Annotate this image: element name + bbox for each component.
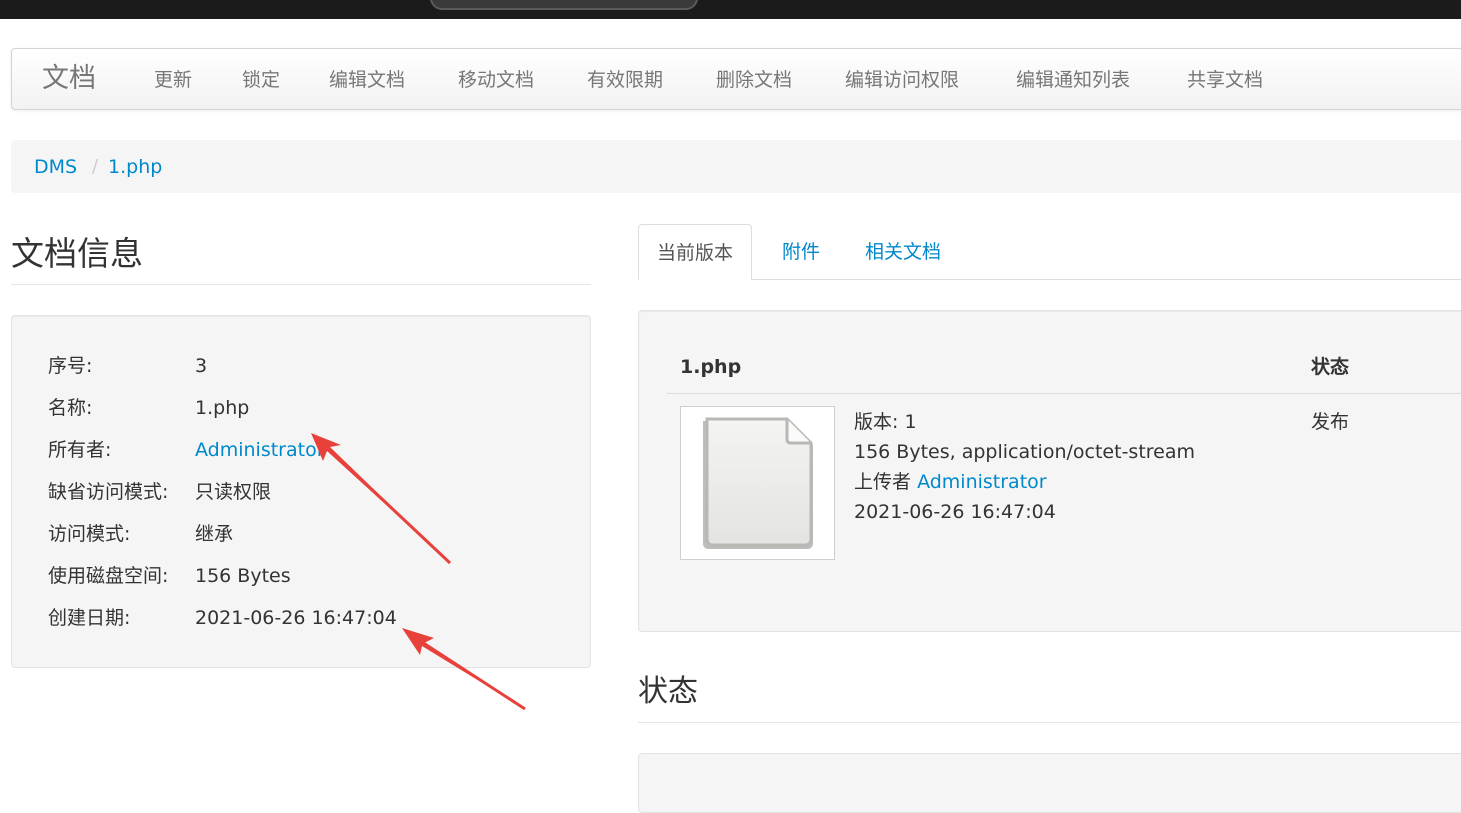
owner-link[interactable]: Administrator [195, 436, 325, 464]
info-label: 访问模式: [48, 523, 131, 545]
version-date: 2021-06-26 16:47:04 [854, 501, 1056, 523]
document-navbar: 文档 更新 锁定 编辑文档 移动文档 有效限期 删除文档 编辑访问权限 编辑通知… [11, 48, 1461, 110]
info-label: 使用磁盘空间: [48, 565, 169, 587]
info-value: 继承 [195, 523, 234, 545]
nav-delete-document[interactable]: 删除文档 [716, 68, 792, 92]
nav-edit-document[interactable]: 编辑文档 [329, 68, 405, 92]
info-label: 所有者: [48, 439, 112, 461]
browser-top-bar [0, 0, 1461, 19]
nav-lock[interactable]: 锁定 [242, 68, 280, 92]
info-label: 创建日期: [48, 607, 131, 629]
heading-divider [11, 284, 591, 285]
breadcrumb-dms[interactable]: DMS [34, 155, 77, 179]
doc-info-heading: 文档信息 [11, 234, 143, 273]
nav-move-document[interactable]: 移动文档 [458, 68, 534, 92]
version-size-type: 156 Bytes, application/octet-stream [854, 441, 1196, 463]
uploader-link[interactable]: Administrator [917, 471, 1047, 493]
info-value: 只读权限 [195, 481, 272, 503]
current-version-panel: 1.php 状态 版本: 1 156 Bytes, application/oc… [638, 310, 1461, 632]
nav-share-document[interactable]: 共享文档 [1187, 68, 1263, 92]
tabs-baseline [638, 279, 1461, 280]
file-document-icon [703, 417, 813, 549]
info-value: 3 [195, 355, 208, 377]
tab-related-documents[interactable]: 相关文档 [847, 224, 959, 280]
breadcrumb-current-file[interactable]: 1.php [108, 155, 162, 179]
doc-info-panel: 序号: 3 名称: 1.php 所有者: Administrator 缺省访问模… [11, 315, 591, 668]
version-number: 版本: 1 [854, 411, 917, 433]
breadcrumb-separator: / [92, 156, 99, 177]
column-header-status: 状态 [1311, 356, 1350, 378]
nav-edit-notify-list[interactable]: 编辑通知列表 [1016, 68, 1130, 92]
info-value: 156 Bytes [195, 565, 291, 587]
top-search-box[interactable] [430, 0, 698, 10]
nav-expiration[interactable]: 有效限期 [587, 68, 663, 92]
status-heading: 状态 [638, 674, 698, 709]
info-value: 2021-06-26 16:47:04 [195, 607, 397, 629]
file-thumbnail[interactable] [680, 406, 835, 560]
nav-update[interactable]: 更新 [154, 68, 192, 92]
info-label: 缺省访问模式: [48, 481, 169, 503]
nav-edit-access[interactable]: 编辑访问权限 [845, 68, 959, 92]
info-label: 序号: [48, 355, 93, 377]
status-divider [638, 722, 1461, 723]
info-value: 1.php [195, 397, 250, 419]
version-uploader-line: 上传者 Administrator [854, 467, 1047, 497]
status-panel [638, 753, 1461, 813]
breadcrumb: DMS / 1.php [11, 140, 1461, 193]
tab-attachments[interactable]: 附件 [764, 224, 838, 280]
tab-current-version[interactable]: 当前版本 [638, 224, 753, 280]
info-label: 名称: [48, 397, 93, 419]
table-header-divider [667, 393, 1461, 394]
column-header-file: 1.php [680, 356, 742, 378]
navbar-brand[interactable]: 文档 [42, 62, 96, 96]
uploader-label: 上传者 [854, 471, 912, 493]
version-status: 发布 [1311, 411, 1350, 433]
